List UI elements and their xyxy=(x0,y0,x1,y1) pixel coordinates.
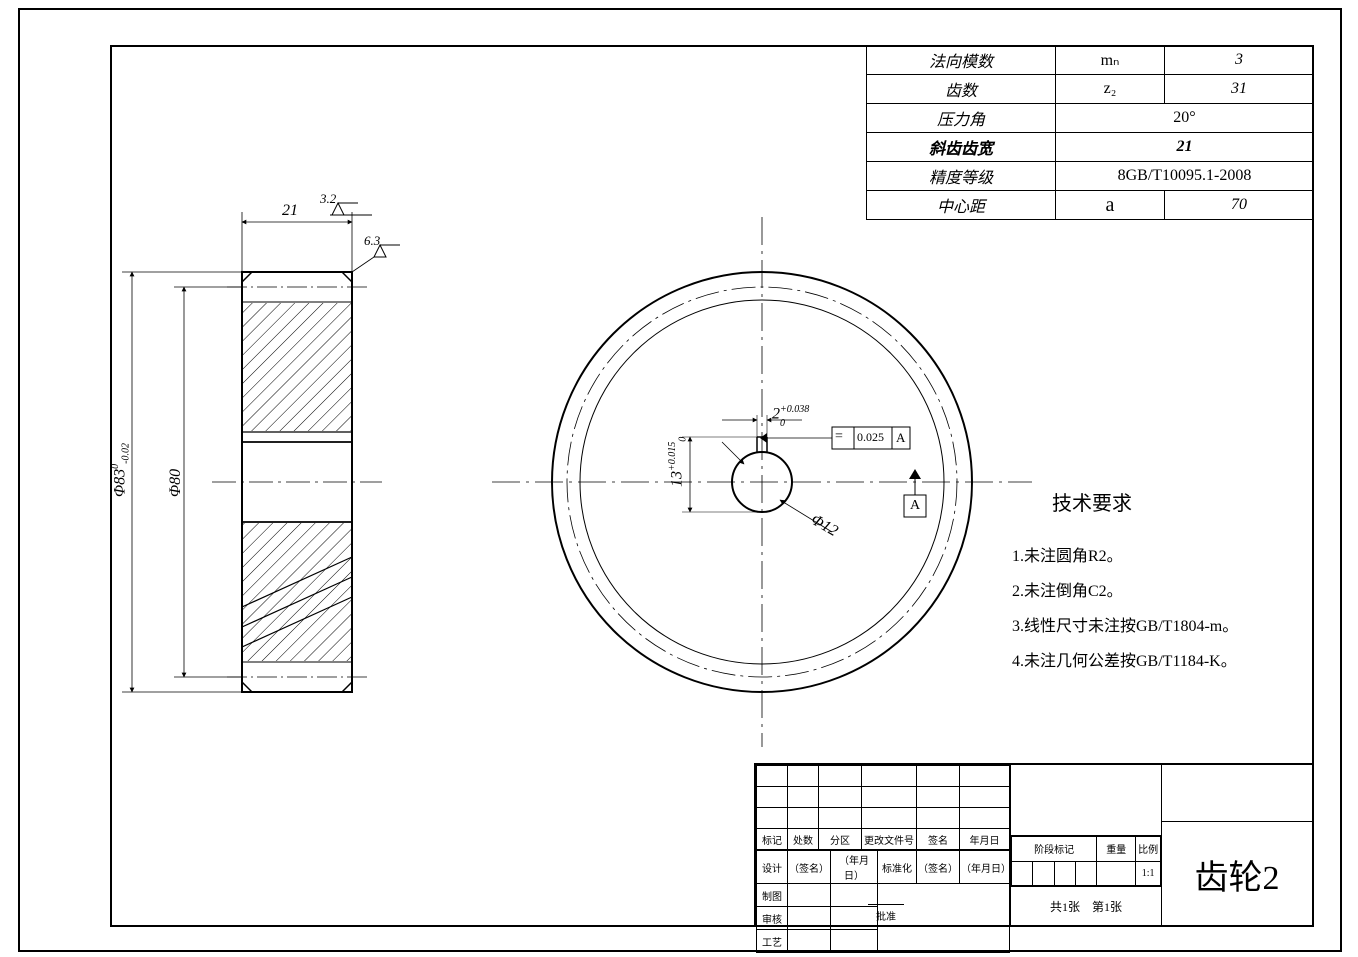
rev-col-count: 处数 xyxy=(788,829,819,850)
row-approve: 批准 xyxy=(868,904,904,925)
title-block: 标记 处数 分区 更改文件号 签名 年月日 设计 （签名） （年月日） 标准化 xyxy=(754,763,1314,927)
requirements-title: 技术要求 xyxy=(1052,487,1132,516)
datum-label: A xyxy=(910,498,920,514)
surface-finish-2: 6.3 xyxy=(364,233,380,249)
sheet-count: 共1张 第1张 xyxy=(1011,886,1161,925)
row-proc: 工艺 xyxy=(757,930,788,953)
stage-label: 阶段标记 xyxy=(1012,837,1097,862)
dim-width: 21 xyxy=(282,202,298,220)
dim-key-width: 2+0.0380 xyxy=(772,404,809,441)
gtol-value: 0.025 xyxy=(857,430,884,445)
requirement-1: 1.未注圆角R2。 xyxy=(1012,542,1123,566)
row-check: 审核 xyxy=(757,907,788,930)
dim-outer-diameter: Φ830-0.02 xyxy=(110,443,132,497)
title-block-left: 标记 处数 分区 更改文件号 签名 年月日 设计 （签名） （年月日） 标准化 xyxy=(756,765,1010,925)
surface-finish-1: 3.2 xyxy=(320,191,336,207)
signature-table: 设计 （签名） （年月日） 标准化 （签名） （年月日） 制图 审核 工艺 xyxy=(756,850,1010,953)
rev-col-mark: 标记 xyxy=(757,829,788,850)
inner-frame: 法向模数 mₙ 3 齿数 z₂ 31 压力角 20° 斜齿齿宽 21 精度等级 … xyxy=(110,45,1314,927)
rev-col-sig: 签名 xyxy=(917,829,960,850)
scale-value: 1:1 xyxy=(1136,861,1161,886)
dim-pitch-diameter: Φ80 xyxy=(167,469,185,497)
row-draw: 制图 xyxy=(757,884,788,907)
rev-col-doc: 更改文件号 xyxy=(862,829,917,850)
title-block-right: 齿轮2 xyxy=(1162,765,1312,925)
dim-key-height: 13+0.0150 xyxy=(667,437,689,487)
gtol-datum-ref: A xyxy=(896,430,905,446)
requirement-4: 4.未注几何公差按GB/T1184-K。 xyxy=(1012,647,1237,671)
part-name: 齿轮2 xyxy=(1162,822,1312,926)
gtol-symbol: = xyxy=(835,429,843,445)
requirement-3: 3.线性尺寸未注按GB/T1804-m。 xyxy=(1012,612,1238,636)
title-block-mid: 阶段标记 重量 比例 1:1 共1张 第1张 xyxy=(1010,765,1162,925)
outer-frame: 法向模数 mₙ 3 齿数 z₂ 31 压力角 20° 斜齿齿宽 21 精度等级 … xyxy=(18,8,1342,952)
mass-label: 重量 xyxy=(1097,837,1136,862)
requirement-2: 2.未注倒角C2。 xyxy=(1012,577,1123,601)
revision-table: 标记 处数 分区 更改文件号 签名 年月日 xyxy=(756,765,1010,850)
rev-col-zone: 分区 xyxy=(819,829,862,850)
rev-col-date: 年月日 xyxy=(960,829,1010,850)
scale-label: 比例 xyxy=(1136,837,1161,862)
row-design: 设计 xyxy=(757,851,788,884)
